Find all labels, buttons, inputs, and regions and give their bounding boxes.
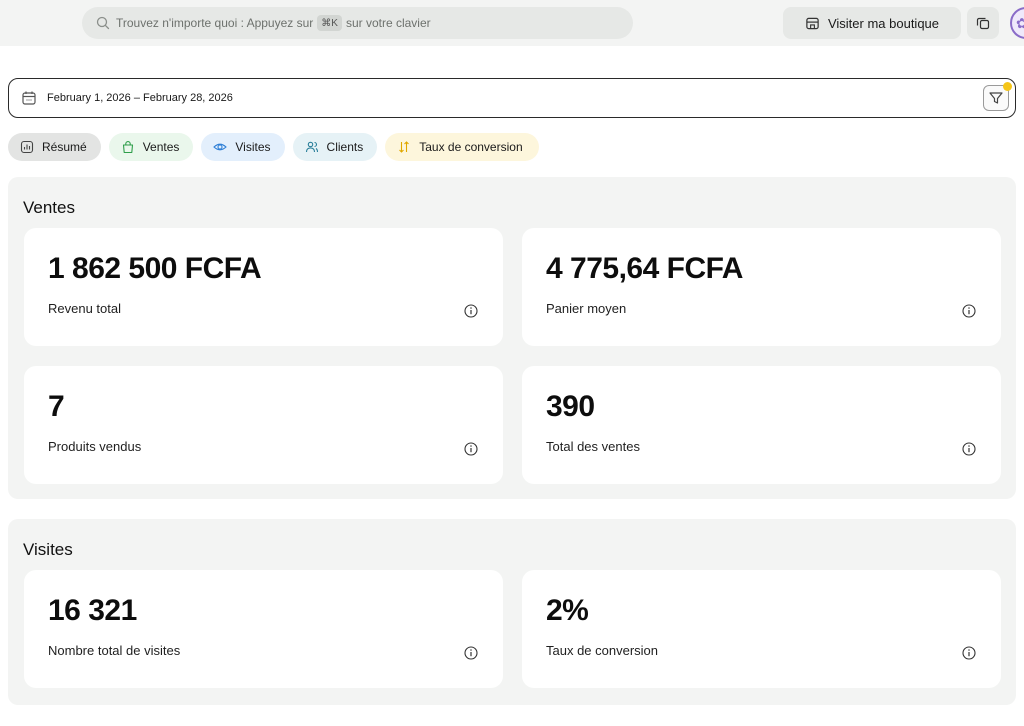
metric-label: Total des ventes bbox=[546, 439, 640, 454]
info-icon[interactable] bbox=[962, 442, 976, 456]
metric-value: 1 862 500 FCFA bbox=[48, 252, 262, 285]
metric-value: 390 bbox=[546, 390, 595, 423]
info-icon[interactable] bbox=[464, 646, 478, 660]
filter-icon bbox=[988, 90, 1004, 106]
visit-shop-label: Visiter ma boutique bbox=[827, 15, 940, 31]
info-icon[interactable] bbox=[464, 442, 478, 456]
metric-card-nombre-total-de-visites: 16 321 Nombre total de visites bbox=[24, 570, 503, 688]
users-icon bbox=[305, 140, 319, 154]
metric-card-total-des-ventes: 390 Total des ventes bbox=[522, 366, 1001, 484]
metric-value: 2% bbox=[546, 594, 589, 627]
report-tabs: Résumé Ventes Visites Clients Taux de co… bbox=[8, 133, 539, 161]
metric-value: 4 775,64 FCFA bbox=[546, 252, 743, 285]
info-icon[interactable] bbox=[962, 304, 976, 318]
tab-resume[interactable]: Résumé bbox=[8, 133, 101, 161]
info-icon[interactable] bbox=[962, 646, 976, 660]
filter-active-dot bbox=[1003, 82, 1012, 91]
tab-label: Résumé bbox=[42, 140, 87, 154]
calendar-icon bbox=[21, 90, 37, 106]
metric-card-produits-vendus: 7 Produits vendus bbox=[24, 366, 503, 484]
metric-label: Produits vendus bbox=[48, 439, 142, 454]
metric-label: Revenu total bbox=[48, 301, 121, 316]
date-range-picker[interactable]: February 1, 2026 – February 28, 2026 bbox=[8, 78, 1016, 118]
tab-visites[interactable]: Visites bbox=[201, 133, 285, 161]
section-title: Ventes bbox=[23, 198, 75, 217]
info-icon[interactable] bbox=[464, 304, 478, 318]
metric-label: Nombre total de visites bbox=[48, 643, 181, 658]
metric-card-taux-de-conversion: 2% Taux de conversion bbox=[522, 570, 1001, 688]
tab-taux-de-conversion[interactable]: Taux de conversion bbox=[385, 133, 539, 161]
flower-icon: ✿ bbox=[1016, 14, 1024, 31]
avatar[interactable]: ✿ bbox=[1010, 7, 1024, 39]
shortcut-badge: ⌘K bbox=[317, 15, 342, 31]
copy-link-button[interactable] bbox=[967, 7, 999, 39]
section-title: Visites bbox=[23, 540, 73, 559]
search-input[interactable]: Trouvez n'importe quoi : Appuyez sur ⌘K … bbox=[82, 7, 633, 39]
metric-card-revenu-total: 1 862 500 FCFA Revenu total bbox=[24, 228, 503, 346]
date-range-value: February 1, 2026 – February 28, 2026 bbox=[47, 92, 233, 104]
top-bar: Trouvez n'importe quoi : Appuyez sur ⌘K … bbox=[0, 0, 1024, 46]
search-suffix: sur votre clavier bbox=[345, 16, 431, 30]
visit-shop-button[interactable]: Visiter ma boutique bbox=[783, 7, 961, 39]
swap-arrows-icon bbox=[397, 140, 411, 154]
tab-clients[interactable]: Clients bbox=[292, 133, 378, 161]
metric-value: 16 321 bbox=[48, 594, 137, 627]
search-placeholder: Trouvez n'importe quoi : Appuyez sur bbox=[116, 16, 314, 30]
search-icon bbox=[96, 16, 110, 30]
metric-label: Panier moyen bbox=[546, 301, 627, 316]
metric-card-panier-moyen: 4 775,64 FCFA Panier moyen bbox=[522, 228, 1001, 346]
storefront-icon bbox=[805, 16, 820, 31]
tab-label: Taux de conversion bbox=[419, 140, 523, 154]
tab-ventes[interactable]: Ventes bbox=[108, 133, 194, 161]
bar-chart-icon bbox=[20, 140, 34, 154]
metric-label: Taux de conversion bbox=[546, 643, 659, 658]
tab-label: Visites bbox=[235, 140, 271, 154]
visits-section: Visites 16 321 Nombre total de visites 2… bbox=[8, 519, 1016, 705]
tab-label: Clients bbox=[326, 140, 364, 154]
shopping-bag-icon bbox=[121, 140, 135, 154]
sales-section: Ventes 1 862 500 FCFA Revenu total 4 775… bbox=[8, 177, 1016, 499]
metric-value: 7 bbox=[48, 390, 65, 423]
tab-label: Ventes bbox=[142, 140, 180, 154]
eye-icon bbox=[213, 140, 228, 154]
copy-icon bbox=[976, 16, 990, 30]
filter-button[interactable] bbox=[983, 82, 1012, 111]
